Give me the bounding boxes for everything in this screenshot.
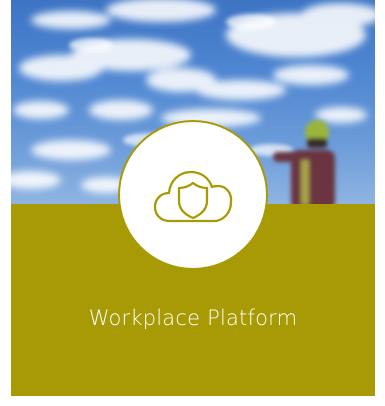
icon-badge [118, 120, 268, 270]
workplace-platform-card[interactable]: Workplace Platform [11, 0, 375, 396]
worker-silhouette [273, 120, 335, 204]
card-title: Workplace Platform [88, 306, 298, 330]
cloud-shield-icon [153, 170, 233, 223]
